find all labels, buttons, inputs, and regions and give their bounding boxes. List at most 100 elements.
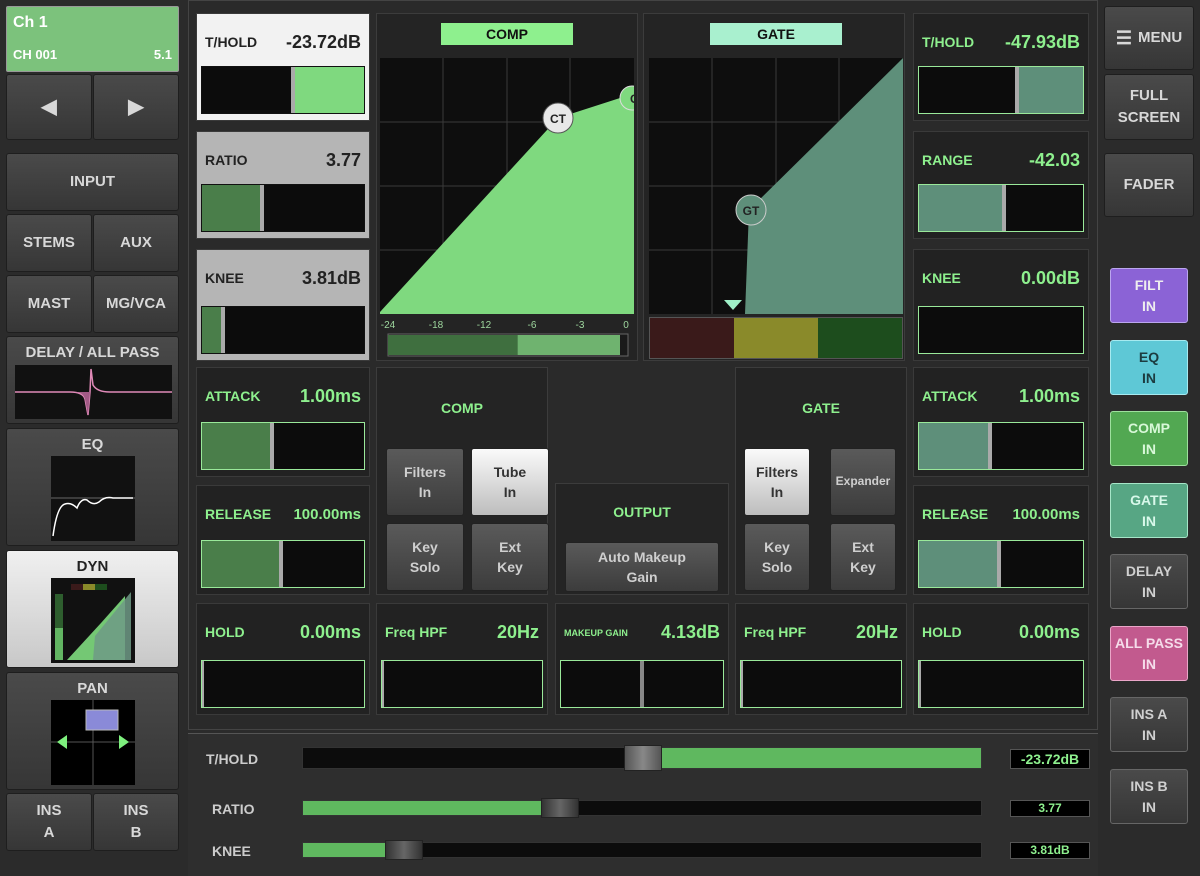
delay-thumbnail-icon xyxy=(15,365,172,419)
gate-attack-slider[interactable] xyxy=(918,422,1084,470)
comp-transfer-graph[interactable]: CT C xyxy=(380,58,634,314)
slider-thumb[interactable] xyxy=(997,541,1002,587)
ins-b-in-button[interactable]: INS B IN xyxy=(1110,769,1188,824)
channel-header[interactable]: Ch 1 CH 001 5.1 xyxy=(6,6,179,72)
slider-thumb[interactable] xyxy=(1015,67,1020,113)
gate-knee-control[interactable]: KNEE 0.00dB xyxy=(913,249,1089,361)
comp-release-control[interactable]: RELEASE 100.00ms xyxy=(196,485,370,595)
input-button[interactable]: INPUT xyxy=(6,153,179,211)
fader-label: RATIO xyxy=(212,801,255,817)
gate-knee-label: KNEE xyxy=(922,270,961,286)
fader-track[interactable] xyxy=(302,745,982,771)
makeup-gain-slider[interactable] xyxy=(560,660,724,708)
fader-value[interactable]: 3.77 xyxy=(1010,800,1090,817)
comp-freq-hpf-slider[interactable] xyxy=(381,660,543,708)
delay-in-button[interactable]: DELAY IN xyxy=(1110,554,1188,609)
gate-range-slider[interactable] xyxy=(918,184,1084,232)
filt-in-button[interactable]: FILT IN xyxy=(1110,268,1188,323)
gate-threshold-value: -47.93dB xyxy=(1004,32,1080,52)
comp-in-button[interactable]: COMP IN xyxy=(1110,411,1188,466)
comp-ratio-label: RATIO xyxy=(205,152,248,168)
gate-freq-hpf-slider[interactable] xyxy=(740,660,902,708)
gate-threshold-control[interactable]: T/HOLD -47.93dB xyxy=(913,13,1089,121)
ins-a-sub: A xyxy=(43,824,55,841)
slider-thumb[interactable] xyxy=(259,185,264,231)
comp-freq-hpf-control[interactable]: Freq HPF 20Hz xyxy=(376,603,548,715)
fader-value[interactable]: 3.81dB xyxy=(1010,842,1090,859)
fader-button[interactable]: FADER xyxy=(1104,153,1194,217)
comp-attack-control[interactable]: ATTACK 1.00ms xyxy=(196,367,370,477)
comp-knee-slider[interactable] xyxy=(201,306,365,354)
ins-a-button[interactable]: INS A xyxy=(6,793,92,851)
comp-threshold-control[interactable]: T/HOLD -23.72dB xyxy=(196,13,370,121)
next-channel-button[interactable]: ▶ xyxy=(93,74,179,140)
dyn-button[interactable]: DYN xyxy=(6,550,179,668)
ins-a-in-button[interactable]: INS A IN xyxy=(1110,697,1188,752)
slider-thumb[interactable] xyxy=(1002,185,1007,231)
comp-hold-slider[interactable] xyxy=(201,660,365,708)
gate-expander-button[interactable]: Expander xyxy=(830,448,896,516)
gate-hold-control[interactable]: HOLD 0.00ms xyxy=(913,603,1089,715)
filt-label: FILT xyxy=(1134,276,1164,293)
comp-key-solo-button[interactable]: Key Solo xyxy=(386,523,464,591)
makeup-gain-control[interactable]: MAKEUP GAIN 4.13dB xyxy=(555,603,729,715)
prev-channel-button[interactable]: ◀ xyxy=(6,74,92,140)
fader-thumb[interactable] xyxy=(384,840,423,860)
auto-makeup-gain-button[interactable]: Auto Makeup Gain xyxy=(565,542,719,592)
slider-thumb[interactable] xyxy=(221,307,226,353)
ins-b-button[interactable]: INS B xyxy=(93,793,179,851)
gate-filters-in-button[interactable]: Filters In xyxy=(744,448,810,516)
fader-thumb[interactable] xyxy=(624,745,662,771)
eq-button[interactable]: EQ xyxy=(6,428,179,546)
gate-release-slider[interactable] xyxy=(918,540,1084,588)
slider-thumb[interactable] xyxy=(269,423,274,469)
eq-in-button[interactable]: EQ IN xyxy=(1110,340,1188,395)
delay-allpass-button[interactable]: DELAY / ALL PASS xyxy=(6,336,179,424)
mgvca-button[interactable]: MG/VCA xyxy=(93,275,179,333)
pan-button[interactable]: PAN xyxy=(6,672,179,790)
comp-attack-slider[interactable] xyxy=(201,422,365,470)
gate-knee-slider[interactable] xyxy=(918,306,1084,354)
comp-knee-control[interactable]: KNEE 3.81dB xyxy=(196,249,370,361)
comp-hold-control[interactable]: HOLD 0.00ms xyxy=(196,603,370,715)
fader-track[interactable] xyxy=(302,798,982,818)
fader-value[interactable]: -23.72dB xyxy=(1010,749,1090,769)
gate-state-closed xyxy=(650,318,734,358)
gate-extkey-label: Key xyxy=(850,559,876,575)
menu-button[interactable]: ☰ MENU xyxy=(1104,6,1194,70)
mast-button[interactable]: MAST xyxy=(6,275,92,333)
fader-track[interactable] xyxy=(302,840,982,860)
gate-attack-control[interactable]: ATTACK 1.00ms xyxy=(913,367,1089,477)
gate-hold-label: HOLD xyxy=(922,624,962,640)
all-pass-in-button[interactable]: ALL PASS IN xyxy=(1110,626,1188,681)
gate-ext-key-button[interactable]: Ext Key xyxy=(830,523,896,591)
fader-fill xyxy=(642,748,981,768)
gate-transfer-graph[interactable]: GT xyxy=(649,58,903,314)
comp-tube-in-button[interactable]: Tube In xyxy=(471,448,549,516)
gate-release-control[interactable]: RELEASE 100.00ms xyxy=(913,485,1089,595)
gate-key-solo-button[interactable]: Key Solo xyxy=(744,523,810,591)
slider-thumb[interactable] xyxy=(290,67,295,113)
comp-ratio-control[interactable]: RATIO 3.77 xyxy=(196,131,370,239)
comp-ratio-slider[interactable] xyxy=(201,184,365,232)
meter-tick-label: -12 xyxy=(477,320,492,331)
delay-in-title: DELAY xyxy=(1125,562,1173,579)
full-screen-button[interactable]: FULL SCREEN xyxy=(1104,74,1194,140)
comp-release-slider[interactable] xyxy=(201,540,365,588)
stems-button[interactable]: STEMS xyxy=(6,214,92,272)
gate-hold-slider[interactable] xyxy=(918,660,1084,708)
comp-filters-in-button[interactable]: Filters In xyxy=(386,448,464,516)
channel-name: Ch 1 xyxy=(13,14,48,31)
gate-range-control[interactable]: RANGE -42.03 xyxy=(913,131,1089,239)
gate-freq-hpf-control[interactable]: Freq HPF 20Hz xyxy=(735,603,907,715)
meter-tick-label: -24 xyxy=(381,320,396,331)
aux-button[interactable]: AUX xyxy=(93,214,179,272)
eq-thumbnail-icon xyxy=(51,456,135,541)
fader-thumb[interactable] xyxy=(540,798,579,818)
comp-ext-key-button[interactable]: Ext Key xyxy=(471,523,549,591)
comp-threshold-slider[interactable] xyxy=(201,66,365,114)
slider-thumb[interactable] xyxy=(279,541,284,587)
slider-thumb[interactable] xyxy=(987,423,992,469)
gate-in-button[interactable]: GATE IN xyxy=(1110,483,1188,538)
gate-threshold-slider[interactable] xyxy=(918,66,1084,114)
